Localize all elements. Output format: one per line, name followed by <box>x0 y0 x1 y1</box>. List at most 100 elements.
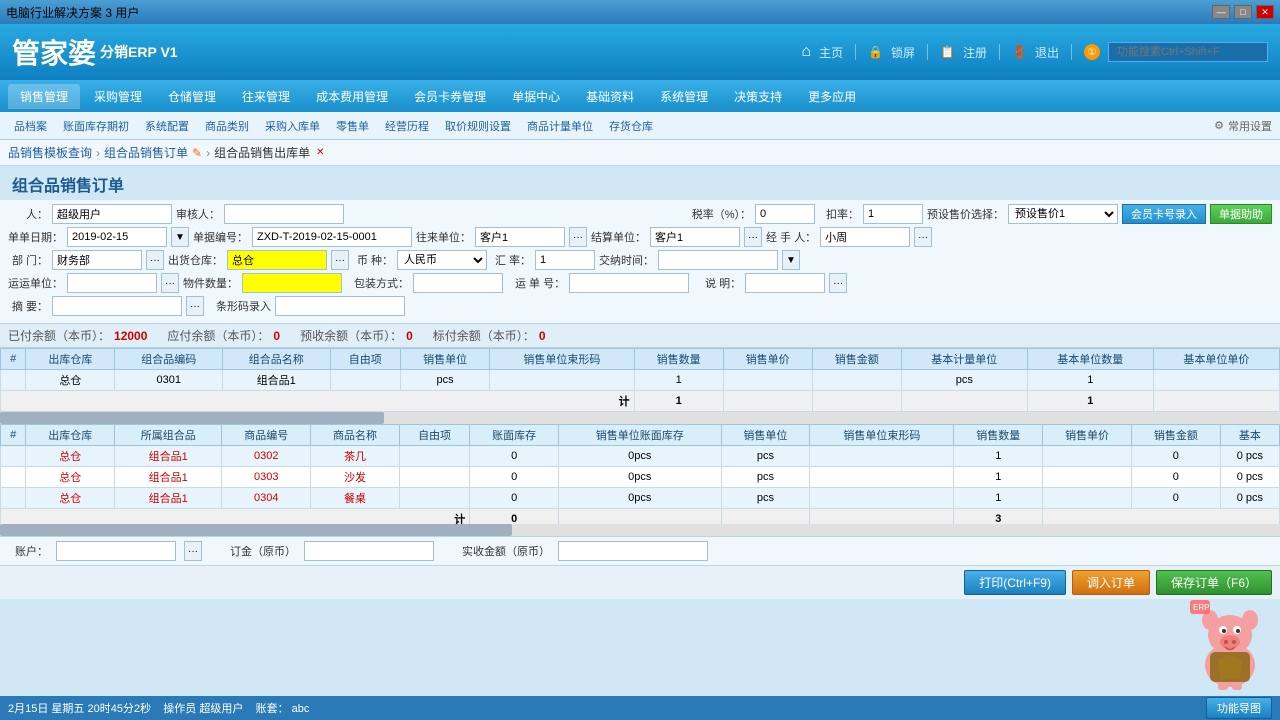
exit-link[interactable]: 退出 <box>1035 44 1059 61</box>
reviewer-input[interactable] <box>224 204 344 224</box>
handler-btn[interactable]: ··· <box>914 227 932 247</box>
main-table-hscroll[interactable] <box>0 412 1280 424</box>
minimize-btn[interactable]: — <box>1212 5 1230 19</box>
docno-input[interactable] <box>252 227 412 247</box>
toolbar-history[interactable]: 经营历程 <box>379 116 435 136</box>
sub-cell-unitstock: 0pcs <box>559 467 722 488</box>
sub-col-seq: # <box>1 425 26 446</box>
package-input[interactable] <box>413 273 503 293</box>
taxrate-input[interactable] <box>755 204 815 224</box>
divider <box>855 44 856 60</box>
maximize-btn[interactable]: □ <box>1234 5 1252 19</box>
settlement-btn[interactable]: ··· <box>744 227 762 247</box>
print-btn[interactable]: 打印(Ctrl+F9) <box>964 570 1066 595</box>
account-btn[interactable]: ··· <box>184 541 202 561</box>
dept-input[interactable] <box>52 250 142 270</box>
discount-input[interactable] <box>863 204 923 224</box>
main-table-container: # 出库仓库 组合品编码 组合品名称 自由项 销售单位 销售单位束形码 销售数量… <box>0 348 1280 412</box>
shipper-btn[interactable]: ··· <box>161 273 179 293</box>
nav-member[interactable]: 会员卡券管理 <box>402 84 498 109</box>
nav-system[interactable]: 系统管理 <box>648 84 720 109</box>
close-btn[interactable]: ✕ <box>1256 5 1274 19</box>
breadcrumb-1[interactable]: 品销售模板查询 <box>8 144 92 161</box>
edit-icon: ✎ <box>192 146 202 160</box>
import-btn[interactable]: 调入订单 <box>1072 570 1150 595</box>
person-input[interactable] <box>52 204 172 224</box>
warehouse-input[interactable] <box>227 250 327 270</box>
notes-input[interactable] <box>52 296 182 316</box>
toolbar-archive[interactable]: 品档案 <box>8 116 53 136</box>
nav-decision[interactable]: 决策支持 <box>722 84 794 109</box>
help-map-btn[interactable]: 功能导图 <box>1206 697 1272 719</box>
remark-btn[interactable]: ··· <box>829 273 847 293</box>
app-header: 管家婆 分销ERP V1 ⌂ 主页 🔒 锁屏 📋 注册 🚪 退出 ① <box>0 24 1280 80</box>
dealtime-btn[interactable]: ▼ <box>782 250 800 270</box>
remark-input[interactable] <box>745 273 825 293</box>
shipno-input[interactable] <box>569 273 689 293</box>
warehouse-btn[interactable]: ··· <box>331 250 349 270</box>
settlement-input[interactable] <box>650 227 740 247</box>
sub-cell-unit: pcs <box>721 467 810 488</box>
function-search[interactable] <box>1108 42 1268 62</box>
partner-btn[interactable]: ··· <box>569 227 587 247</box>
barcode-input[interactable] <box>275 296 405 316</box>
toolbar-stock-init[interactable]: 账面库存期初 <box>57 116 135 136</box>
date-input[interactable] <box>67 227 167 247</box>
nav-relations[interactable]: 往来管理 <box>230 84 302 109</box>
currency-select[interactable]: 人民币 <box>397 250 487 270</box>
sub-table-row[interactable]: 总仓 组合品1 0304 餐桌 0 0pcs pcs 1 0 0 pcs <box>1 488 1280 509</box>
info-icon[interactable]: ① <box>1084 44 1100 60</box>
partner-input[interactable] <box>475 227 565 247</box>
app-logo: 管家婆 分销ERP V1 <box>12 32 178 72</box>
nav-voucher[interactable]: 单据中心 <box>500 84 572 109</box>
summary-collected: 预收余额（本币）： 0 <box>300 327 413 344</box>
nav-basic[interactable]: 基础资料 <box>574 84 646 109</box>
member-card-btn[interactable]: 会员卡号录入 <box>1122 204 1206 224</box>
account-input[interactable] <box>56 541 176 561</box>
toolbar-settings[interactable]: ⚙ 常用设置 <box>1214 118 1272 134</box>
cell-free[interactable] <box>330 370 401 391</box>
collected-value: 0 <box>406 329 413 343</box>
presale-select[interactable]: 预设售价1 <box>1008 204 1118 224</box>
table-row[interactable]: 总仓 0301 组合品1 pcs 1 pcs 1 <box>1 370 1280 391</box>
form-row-4: 运运单位： ··· 物件数量： 包装方式： 运 单 号： 说 明： ··· <box>8 273 1272 293</box>
toolbar-purchase-in[interactable]: 采购入库单 <box>259 116 326 136</box>
register-link[interactable]: 注册 <box>963 44 987 61</box>
toolbar-category[interactable]: 商品类别 <box>199 116 255 136</box>
sub-table-row[interactable]: 总仓 组合品1 0303 沙发 0 0pcs pcs 1 0 0 pcs <box>1 467 1280 488</box>
shipper-input[interactable] <box>67 273 157 293</box>
exchrate-input[interactable] <box>535 250 595 270</box>
lock-link[interactable]: 锁屏 <box>891 44 915 61</box>
toolbar-retail[interactable]: 零售单 <box>330 116 375 136</box>
toolbar-sysconfig[interactable]: 系统配置 <box>139 116 195 136</box>
sub-table-hscroll[interactable] <box>0 524 1280 536</box>
toolbar-uom[interactable]: 商品计量单位 <box>521 116 599 136</box>
qty-input[interactable] <box>242 273 342 293</box>
received-input[interactable] <box>558 541 708 561</box>
nav-purchase[interactable]: 采购管理 <box>82 84 154 109</box>
payable-value: 12000 <box>114 329 147 343</box>
sub-table-row[interactable]: 总仓 组合品1 0302 茶几 0 0pcs pcs 1 0 0 pcs <box>1 446 1280 467</box>
order-input[interactable] <box>304 541 434 561</box>
notes-btn[interactable]: ··· <box>186 296 204 316</box>
dept-btn[interactable]: ··· <box>146 250 164 270</box>
nav-more[interactable]: 更多应用 <box>796 84 868 109</box>
breadcrumb-close[interactable]: ✕ <box>316 147 324 158</box>
nav-cost[interactable]: 成本费用管理 <box>304 84 400 109</box>
nav-sales[interactable]: 销售管理 <box>8 84 80 109</box>
home-link[interactable]: 主页 <box>819 44 843 61</box>
nav-warehouse[interactable]: 仓储管理 <box>156 84 228 109</box>
mascot-svg: ERP <box>1190 600 1270 690</box>
logo-main: 管家婆 <box>12 32 96 72</box>
help-btn[interactable]: 单据助助 <box>1210 204 1272 224</box>
date-picker-btn[interactable]: ▼ <box>171 227 189 247</box>
handler-input[interactable] <box>820 227 910 247</box>
save-btn[interactable]: 保存订单（F6） <box>1156 570 1272 595</box>
sub-cell-unitstock: 0pcs <box>559 488 722 509</box>
sub-cell-free <box>399 467 469 488</box>
toolbar-warehouse[interactable]: 存货仓库 <box>603 116 659 136</box>
breadcrumb-2[interactable]: 组合品销售订单 <box>104 144 188 161</box>
toolbar-pricing[interactable]: 取价规则设置 <box>439 116 517 136</box>
dealtime-input[interactable] <box>658 250 778 270</box>
collected-label: 预收余额（本币）： <box>300 327 402 344</box>
